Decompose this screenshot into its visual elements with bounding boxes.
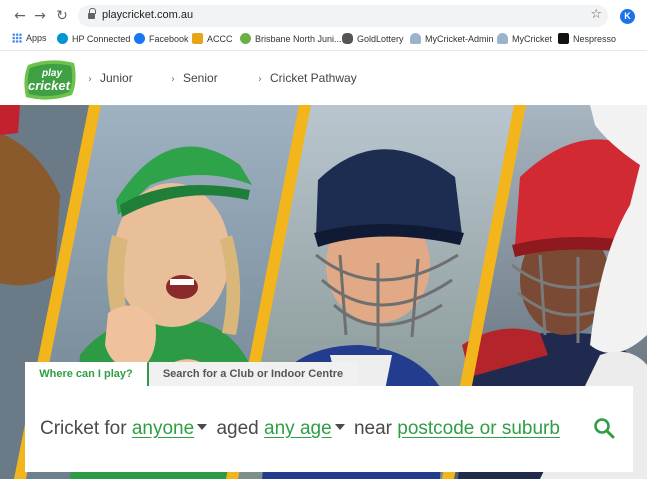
age-dropdown[interactable]: any age <box>264 418 332 439</box>
browser-toolbar: ← → ↻ playcricket.com.au ☆ K <box>0 4 647 28</box>
back-arrow-icon[interactable]: ← <box>12 8 28 24</box>
caret-down-icon[interactable] <box>334 424 345 431</box>
play-cricket-logo[interactable]: play cricket <box>22 59 78 101</box>
near-word: near <box>353 418 392 439</box>
caret-down-icon[interactable] <box>197 424 208 431</box>
address-bar[interactable]: playcricket.com.au ☆ <box>78 5 608 27</box>
who-dropdown[interactable]: anyone <box>132 418 194 439</box>
chevron-right-icon: › <box>258 74 262 85</box>
chevron-right-icon: › <box>88 74 92 85</box>
profile-avatar[interactable]: K <box>620 9 635 24</box>
accc-icon <box>192 33 203 44</box>
bookmark-apps[interactable]: Apps <box>12 33 47 43</box>
chevron-right-icon: › <box>171 74 175 85</box>
reload-icon[interactable]: ↻ <box>54 8 70 24</box>
url-text: playcricket.com.au <box>102 9 194 21</box>
bookmark-brisbane-north[interactable]: Brisbane North Juni... <box>240 33 342 44</box>
club-icon <box>240 33 251 44</box>
nav-cricket-pathway[interactable]: › Cricket Pathway <box>258 71 357 85</box>
bookmarks-bar: Apps HP Connected Facebook ACCC Brisbane… <box>0 30 647 48</box>
search-panel: Cricket for anyone aged any age near pos… <box>25 386 633 472</box>
nav-junior[interactable]: › Junior <box>88 71 133 85</box>
nav-senior[interactable]: › Senior <box>171 71 218 85</box>
location-input[interactable]: postcode or suburb <box>397 418 560 439</box>
hp-icon <box>57 33 68 44</box>
bookmark-facebook[interactable]: Facebook <box>134 33 189 44</box>
bookmark-nespresso[interactable]: Nespresso <box>558 33 616 44</box>
tab-where-can-i-play[interactable]: Where can I play? <box>25 362 147 386</box>
bookmark-accc[interactable]: ACCC <box>192 33 233 44</box>
aged-word: aged <box>216 418 259 439</box>
forward-arrow-icon[interactable]: → <box>32 8 48 24</box>
logo-cricket-text: cricket <box>28 78 71 93</box>
bookmark-mycricket-admin[interactable]: MyCricket-Admin <box>410 33 494 44</box>
bookmark-hp-connected[interactable]: HP Connected <box>57 33 130 44</box>
mycricket-icon <box>410 33 421 44</box>
facebook-icon <box>134 33 145 44</box>
bookmark-star-icon[interactable]: ☆ <box>590 7 602 22</box>
bookmark-mycricket[interactable]: MyCricket <box>497 33 552 44</box>
mycricket-icon <box>497 33 508 44</box>
search-prefix: Cricket for <box>40 418 127 439</box>
apps-grid-icon <box>12 33 22 43</box>
browser-chrome: ← → ↻ playcricket.com.au ☆ K Apps HP Con… <box>0 0 647 50</box>
lock-icon <box>88 8 96 19</box>
search-icon[interactable] <box>592 416 616 440</box>
lottery-icon <box>342 33 353 44</box>
search-sentence: Cricket for anyone aged any age near pos… <box>40 418 560 440</box>
tab-search-club[interactable]: Search for a Club or Indoor Centre <box>149 362 357 386</box>
site-header: play cricket › Junior › Senior › Cricket Pa… <box>0 50 647 105</box>
bookmark-goldlottery[interactable]: GoldLottery <box>342 33 404 44</box>
nespresso-icon <box>558 33 569 44</box>
